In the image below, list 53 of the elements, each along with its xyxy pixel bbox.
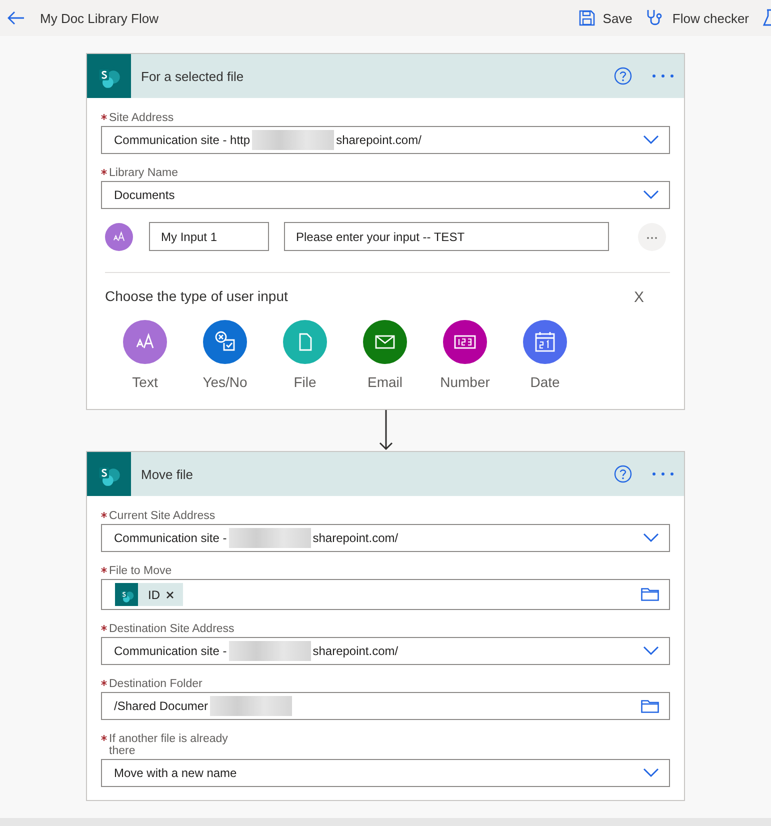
type-label: File: [294, 374, 316, 390]
field-label: Library Name: [109, 167, 178, 179]
date-type-icon[interactable]: [523, 320, 567, 364]
field-label: Destination Site Address: [109, 623, 234, 635]
more-options-icon[interactable]: [652, 74, 674, 78]
connector-arrow: [378, 410, 392, 451]
card-title: For a selected file: [141, 68, 244, 84]
card-title: Move file: [141, 466, 194, 482]
more-options-icon[interactable]: [652, 472, 674, 476]
folder-icon[interactable]: [641, 700, 659, 712]
chevron-down-icon[interactable]: [643, 768, 659, 778]
field-label: Site Address: [109, 112, 174, 124]
chevron-down-icon[interactable]: [643, 533, 659, 543]
field-label: If another file is already there: [109, 733, 229, 757]
dropdown-field[interactable]: Move with a new name: [101, 759, 670, 787]
yes-no-type-icon[interactable]: [203, 320, 247, 364]
type-label: Email: [367, 374, 402, 390]
field-label: Current Site Address: [109, 510, 216, 522]
remove-icon[interactable]: [166, 590, 174, 598]
help-icon[interactable]: [614, 67, 632, 85]
text-type-icon[interactable]: [123, 320, 167, 364]
dropdown-field[interactable]: Communication site - sharepoint.com/: [101, 524, 670, 552]
type-label: Date: [530, 374, 560, 390]
field-label: File to Move: [109, 565, 172, 577]
type-label: Number: [440, 374, 490, 390]
input-name-field[interactable]: My Input 1: [149, 222, 269, 251]
save-icon: [578, 10, 595, 26]
file-type-icon[interactable]: [283, 320, 327, 364]
folder-icon[interactable]: [641, 588, 659, 601]
number-type-icon[interactable]: [443, 320, 487, 364]
back-arrow-icon[interactable]: [7, 11, 25, 25]
folder-field[interactable]: /Shared Documer: [101, 692, 670, 720]
save-button[interactable]: Save: [578, 10, 632, 26]
token-field[interactable]: ID: [101, 579, 670, 610]
type-label: Text: [132, 374, 158, 390]
chevron-down-icon[interactable]: [643, 646, 659, 656]
dropdown-field[interactable]: Documents: [101, 181, 670, 209]
text-type-avatar[interactable]: [105, 222, 133, 250]
email-type-icon[interactable]: [363, 320, 407, 364]
chevron-down-icon[interactable]: [643, 135, 659, 145]
field-label: Destination Folder: [109, 678, 202, 690]
chooser-title: Choose the type of user input: [105, 288, 288, 304]
close-button[interactable]: X: [634, 289, 644, 306]
input-prompt-field[interactable]: Please enter your input -- TEST: [284, 222, 609, 251]
type-label: Yes/No: [202, 374, 248, 390]
chevron-down-icon[interactable]: [643, 190, 659, 200]
dropdown-field[interactable]: Communication site - http sharepoint.com/: [101, 126, 670, 154]
dropdown-field[interactable]: Communication site - sharepoint.com/: [101, 637, 670, 665]
stethoscope-icon: [646, 9, 664, 27]
help-icon[interactable]: [614, 465, 632, 483]
flow-title: My Doc Library Flow: [40, 10, 158, 26]
checker-button[interactable]: Flow checker: [646, 9, 749, 27]
token-chip[interactable]: ID: [115, 583, 183, 606]
